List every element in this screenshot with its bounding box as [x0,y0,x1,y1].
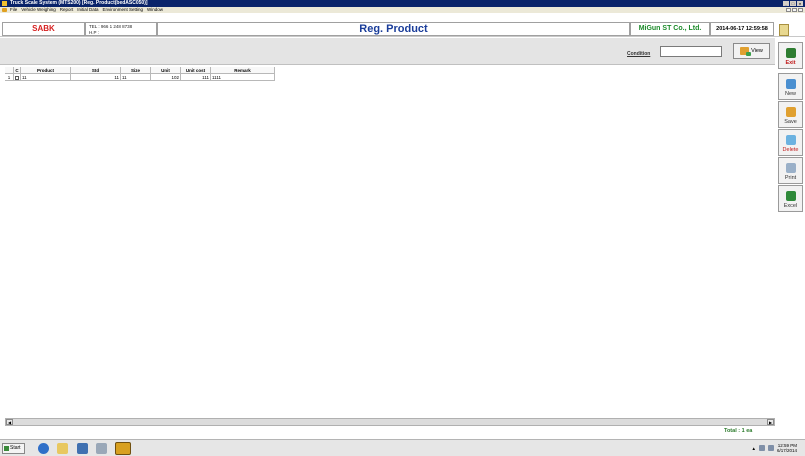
exit-button[interactable]: Exit [778,42,803,69]
new-button[interactable]: New [778,73,803,100]
new-icon [785,79,796,89]
column-header-std[interactable]: Std [71,67,121,74]
view-button[interactable]: View [733,43,770,59]
total-count: Total : 1 ea [724,428,753,434]
cell-size[interactable]: 11 [121,74,151,81]
company-name: MiGun ST Co., Ltd. [630,22,710,36]
scroll-left-arrow-icon[interactable]: ◀ [6,419,13,425]
folder-search-icon [740,47,752,56]
row-number-header [5,67,14,74]
minimize-button[interactable]: _ [783,1,789,6]
window-title-bar: Truck Scale System (MTS200) [Reg. Produc… [0,0,805,7]
exit-door-icon [785,48,796,58]
document-icon [2,8,7,12]
product-grid[interactable]: C Product Std Size Unit Unit cost Remark… [5,67,305,81]
row-checkbox[interactable] [15,75,19,80]
printer-icon [785,163,796,173]
page-title: Reg. Product [157,22,630,36]
start-button[interactable]: Start [2,443,25,454]
calendar-icon[interactable] [779,24,789,36]
clock[interactable]: 12:59 PM 6/17/2014 [777,443,797,453]
delete-label: Delete [782,147,799,153]
condition-label: Condition [627,51,651,57]
volume-icon[interactable] [767,445,774,451]
header: SABK TEL : 966 1 248 8738 H.P : Reg. Pro… [0,13,805,37]
scroll-right-arrow-icon[interactable]: ▶ [767,419,774,425]
app-icon [2,1,7,6]
window-title: Truck Scale System (MTS200) [Reg. Produc… [10,0,148,6]
grid-header-row: C Product Std Size Unit Unit cost Remark [5,67,305,74]
toolbar: Condition View [0,38,775,65]
column-header-c[interactable]: C [14,67,21,74]
cell-remark[interactable]: 1111 [211,74,275,81]
save-button[interactable]: Save [778,101,803,128]
delete-button[interactable]: Delete [778,129,803,156]
network-icon[interactable] [758,445,765,451]
system-tray: ▲ 12:59 PM 6/17/2014 [752,443,798,453]
hp-text: H.P : [89,29,99,35]
taskbar: Start ▲ 12:59 PM 6/17/2014 [0,439,805,456]
cell-unit-cost[interactable]: 111 [181,74,211,81]
excel-label: Excel [783,203,798,209]
tray-arrow-icon[interactable]: ▲ [752,446,756,451]
column-header-size[interactable]: Size [121,67,151,74]
clock-date: 6/17/2014 [776,448,797,453]
new-label: New [784,91,796,97]
horizontal-scrollbar[interactable]: ◀ ▶ [5,418,775,426]
row-checkbox-cell[interactable] [14,74,21,81]
media-player-icon[interactable] [77,443,88,454]
column-header-unit-cost[interactable]: Unit cost [181,67,211,74]
datetime-display: 2014-06-17 12:59:58 [710,22,774,36]
contact-info: TEL : 966 1 248 8738 H.P : [85,22,157,36]
action-sidebar: Exit New Save Delete Print Excel [776,38,805,216]
condition-input[interactable] [660,46,722,57]
cell-unit[interactable]: 102 [151,74,181,81]
folder-icon[interactable] [57,443,68,454]
mdi-restore-button[interactable] [792,8,797,12]
column-header-remark[interactable]: Remark [211,67,275,74]
exit-label: Exit [785,60,796,66]
mdi-minimize-button[interactable] [786,8,791,12]
tools-icon[interactable] [96,443,107,454]
mdi-close-button[interactable] [798,8,803,12]
company-short-name: SABK [2,22,85,36]
column-header-unit[interactable]: Unit [151,67,181,74]
table-row[interactable]: 1 11 11 11 102 111 1111 [5,74,305,81]
mdi-controls [786,8,803,12]
truck-scale-app-icon[interactable] [115,442,131,455]
save-label: Save [784,119,797,125]
print-button[interactable]: Print [778,157,803,184]
window-controls: _ □ × [783,1,803,6]
internet-explorer-icon[interactable] [38,443,49,454]
maximize-button[interactable]: □ [790,1,796,6]
view-button-label: View [751,48,763,54]
cell-std[interactable]: 11 [71,74,121,81]
save-icon [785,107,796,117]
excel-button[interactable]: Excel [778,185,803,212]
close-button[interactable]: × [797,1,803,6]
excel-icon [785,191,796,201]
column-header-product[interactable]: Product [21,67,71,74]
cell-product[interactable]: 11 [21,74,71,81]
row-number: 1 [5,74,14,81]
print-label: Print [784,175,797,181]
delete-icon [785,135,796,145]
